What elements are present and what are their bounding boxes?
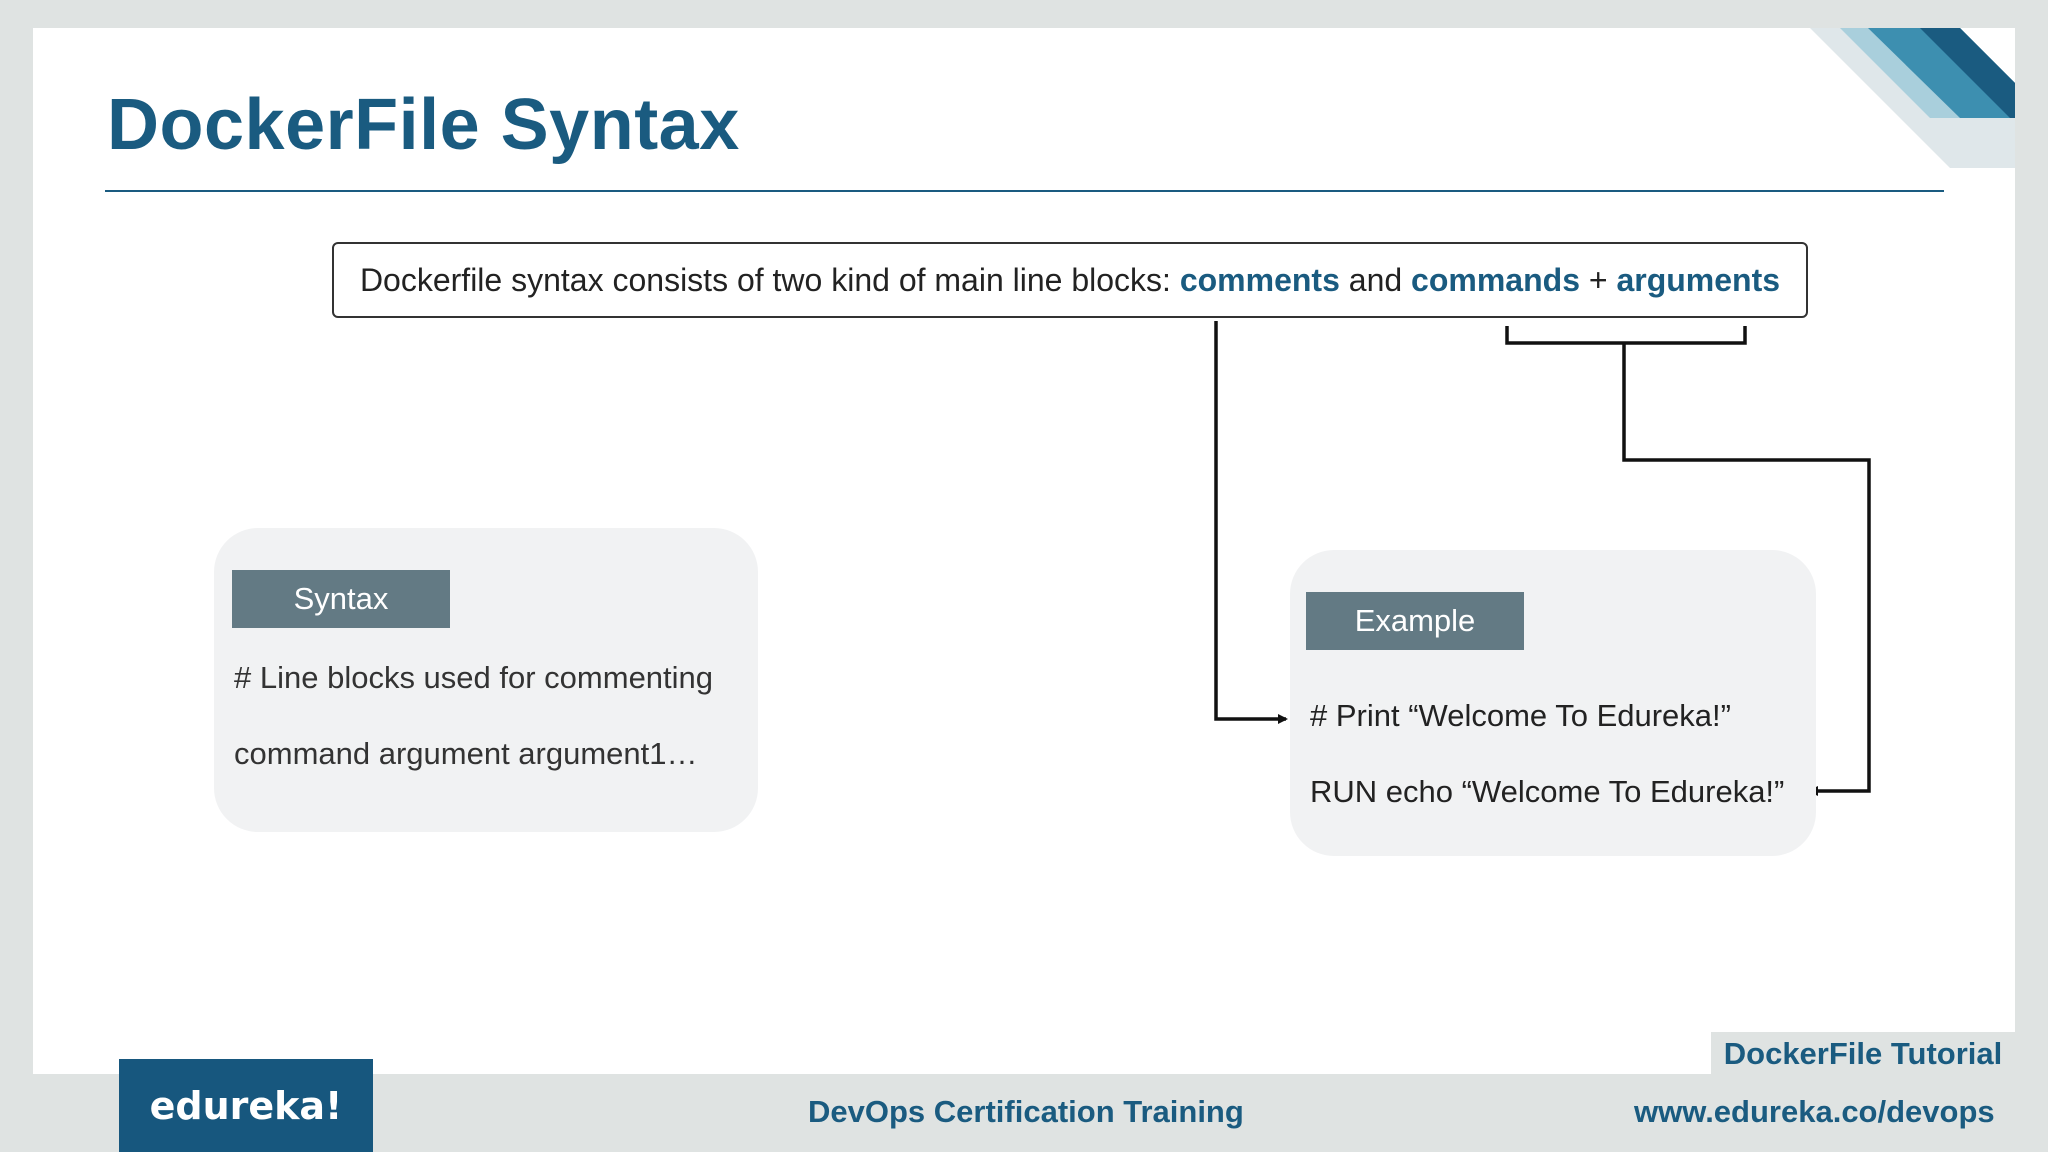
syntax-comment-line: # Line blocks used for commenting [234,660,714,695]
syntax-command-line: command argument argument1… [234,736,698,771]
edureka-logo: edureka! [119,1059,373,1152]
footer-topic-tag: DockerFile Tutorial [1711,1032,2015,1076]
example-card: Example # Print “Welcome To Edureka!” RU… [1290,550,1816,856]
footer-course-title: DevOps Certification Training [808,1094,1244,1129]
syntax-label: Syntax [232,570,450,628]
commands-arguments-bracket [1505,326,1747,345]
example-label: Example [1306,592,1524,650]
footer-url-link[interactable]: www.edureka.co/devops [1634,1094,1995,1130]
comments-arrow [1214,321,1288,724]
example-comment-line: # Print “Welcome To Edureka!” [1310,698,1731,733]
example-command-line: RUN echo “Welcome To Edureka!” [1310,774,1785,809]
syntax-card: Syntax # Line blocks used for commenting… [214,528,758,832]
